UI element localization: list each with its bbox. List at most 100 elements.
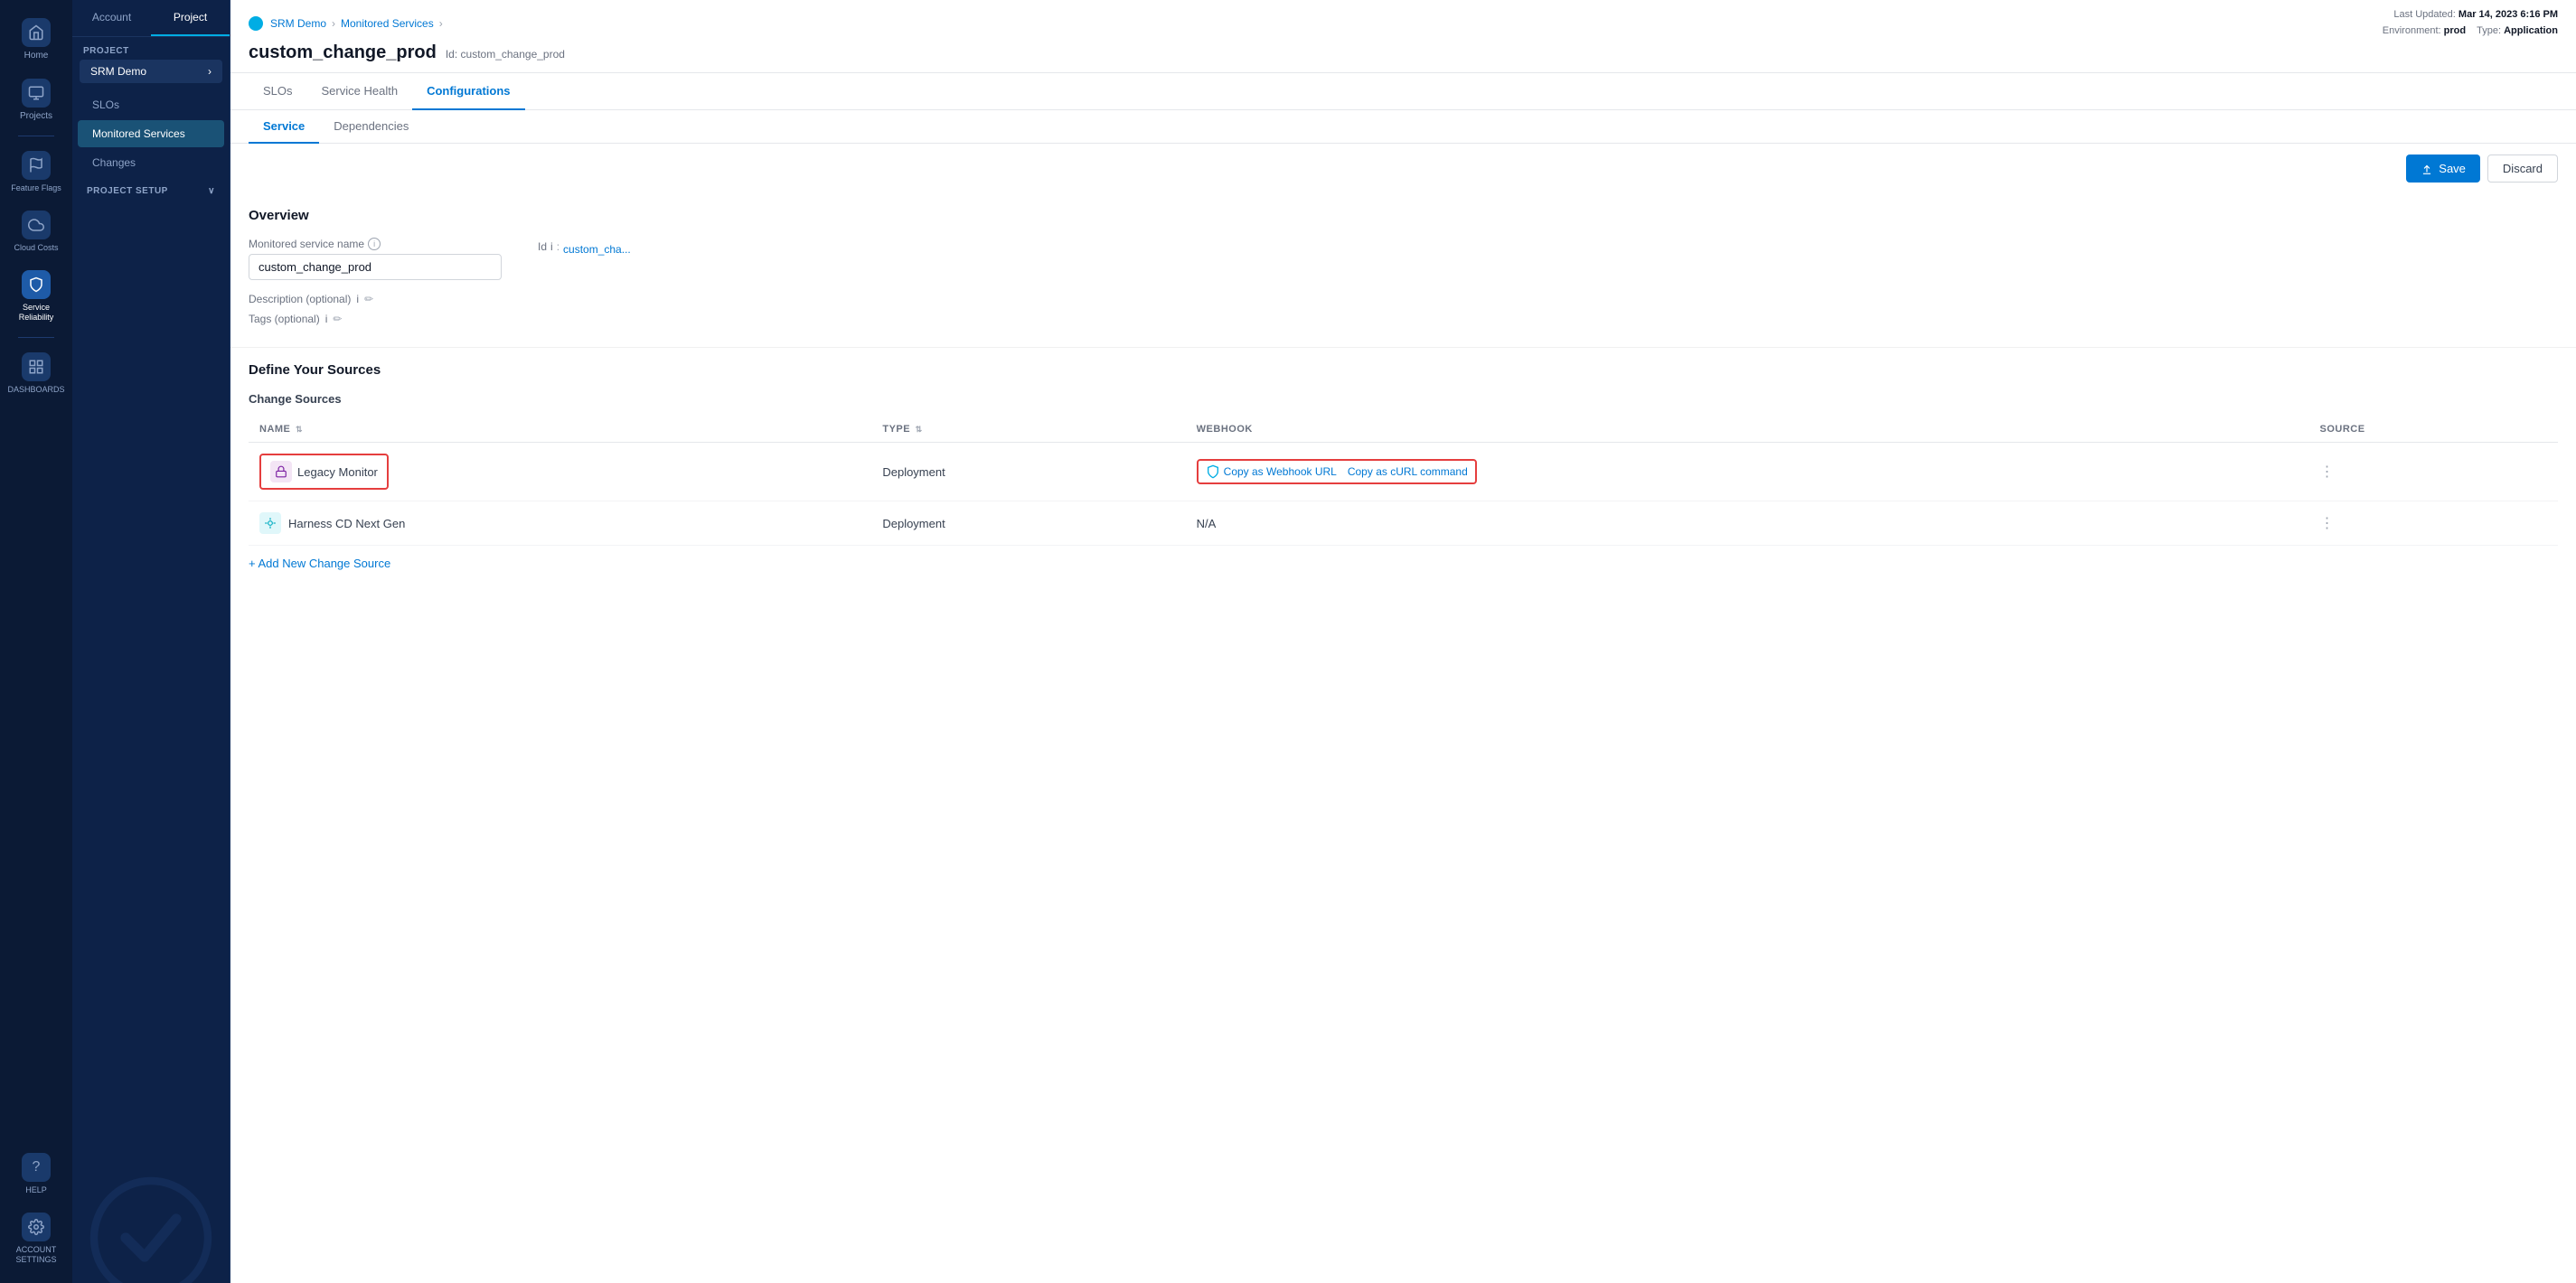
dashboard-icon	[22, 352, 51, 381]
sidebar-item-slos[interactable]: SLOs	[78, 91, 224, 118]
sidebar-watermark	[72, 200, 230, 1283]
sidebar: Account Project Project SRM Demo › SLOs …	[72, 0, 230, 1283]
flag-icon	[22, 151, 51, 180]
projects-icon	[22, 79, 51, 108]
legacy-name-highlight: Legacy Monitor	[259, 454, 389, 490]
help-icon: ?	[22, 1153, 51, 1182]
sidebar-setup-header[interactable]: PROJECT SETUP ∨	[72, 177, 230, 200]
overview-title: Overview	[249, 208, 2558, 223]
table-header-row: NAME ⇅ TYPE ⇅ WEBHOOK SOURCE	[249, 417, 2558, 443]
name-field: Monitored service name i	[249, 238, 502, 280]
harness-icon	[259, 512, 281, 534]
content-area: Save Discard Overview Monitored service …	[230, 144, 2576, 1283]
chevron-down-icon: ∨	[208, 186, 215, 196]
table-row: Harness CD Next Gen Deployment N/A ⋮	[249, 501, 2558, 546]
harness-name-cell: Harness CD Next Gen	[259, 512, 860, 534]
breadcrumb-sep-2: ›	[439, 17, 443, 30]
description-field: Description (optional) i ✏	[249, 293, 2558, 305]
cell-legacy-type: Deployment	[871, 443, 1185, 501]
nav-help[interactable]: ? HELP	[0, 1144, 72, 1203]
webhook-icon	[1206, 464, 1220, 479]
name-sort-icon[interactable]: ⇅	[296, 425, 303, 434]
tab-service-health[interactable]: Service Health	[307, 73, 413, 110]
add-source-link[interactable]: + Add New Change Source	[249, 557, 390, 570]
sources-title: Define Your Sources	[249, 362, 2558, 378]
name-info-icon[interactable]: i	[368, 238, 381, 250]
cell-harness-webhook: N/A	[1186, 501, 2309, 546]
action-bar: Save Discard	[230, 144, 2576, 193]
tags-info-icon[interactable]: i	[325, 313, 328, 325]
cell-harness-source: ⋮	[2308, 501, 2558, 546]
name-label: Monitored service name i	[249, 238, 502, 250]
sub-tabs: Service Dependencies	[230, 110, 2576, 144]
sub-tab-service[interactable]: Service	[249, 110, 319, 144]
home-icon	[22, 18, 51, 47]
description-edit-icon[interactable]: ✏	[364, 293, 373, 305]
save-button[interactable]: Save	[2406, 155, 2480, 183]
sidebar-project-selector[interactable]: SRM Demo ›	[80, 60, 222, 83]
sources-table: NAME ⇅ TYPE ⇅ WEBHOOK SOURCE	[249, 417, 2558, 546]
table-row: Legacy Monitor Deployment Copy as Webhoo…	[249, 443, 2558, 501]
sources-section: Define Your Sources Change Sources NAME …	[230, 348, 2576, 585]
id-info-icon[interactable]: i	[550, 240, 553, 253]
legacy-more-icon[interactable]: ⋮	[2319, 464, 2334, 480]
nav-dashboards[interactable]: DASHBOARDS	[0, 343, 72, 403]
breadcrumb-sep-1: ›	[332, 17, 335, 30]
icon-nav: Home Projects Feature Flags Cloud Cost	[0, 0, 72, 1283]
nav-cloud-costs[interactable]: Cloud Costs	[0, 201, 72, 261]
id-value: custom_cha...	[563, 243, 631, 256]
id-field: Id i : custom_cha...	[538, 238, 631, 261]
main-tabs: SLOs Service Health Configurations	[230, 73, 2576, 110]
col-webhook: WEBHOOK	[1186, 417, 2309, 443]
change-sources-title: Change Sources	[249, 392, 2558, 406]
copy-webhook-url-link[interactable]: Copy as Webhook URL	[1224, 465, 1337, 478]
shield-icon	[22, 270, 51, 299]
page-title: custom_change_prod	[249, 42, 437, 63]
header-meta: Last Updated: Mar 14, 2023 6:16 PM Envir…	[2383, 7, 2558, 39]
name-input[interactable]	[249, 254, 502, 280]
nav-home[interactable]: Home	[0, 9, 72, 70]
cell-legacy-source: ⋮	[2308, 443, 2558, 501]
copy-curl-link[interactable]: Copy as cURL command	[1348, 465, 1468, 478]
webhook-highlight: Copy as Webhook URL Copy as cURL command	[1197, 459, 1477, 484]
header-top-row: SRM Demo › Monitored Services › Last Upd…	[230, 0, 2576, 39]
cell-harness-name: Harness CD Next Gen	[249, 501, 871, 546]
tab-account[interactable]: Account	[72, 0, 151, 36]
cell-legacy-webhook: Copy as Webhook URL Copy as cURL command	[1186, 443, 2309, 501]
sub-tab-dependencies[interactable]: Dependencies	[319, 110, 423, 144]
type-sort-icon[interactable]: ⇅	[916, 425, 923, 434]
page-id: Id: custom_change_prod	[446, 48, 565, 61]
main-content: SRM Demo › Monitored Services › Last Upd…	[230, 0, 2576, 1283]
sidebar-project-label: Project	[72, 37, 230, 60]
page-header: SRM Demo › Monitored Services › Last Upd…	[230, 0, 2576, 73]
description-info-icon[interactable]: i	[356, 293, 359, 305]
tags-field: Tags (optional) i ✏	[249, 313, 2558, 325]
nav-feature-flags[interactable]: Feature Flags	[0, 142, 72, 201]
cell-harness-type: Deployment	[871, 501, 1185, 546]
tags-edit-icon[interactable]: ✏	[333, 313, 342, 325]
upload-icon	[2421, 163, 2433, 175]
harness-more-icon[interactable]: ⋮	[2319, 516, 2334, 531]
breadcrumb-monitored-services[interactable]: Monitored Services	[341, 17, 434, 30]
tab-project[interactable]: Project	[151, 0, 230, 36]
cell-legacy-name: Legacy Monitor	[249, 443, 871, 501]
discard-button[interactable]: Discard	[2487, 155, 2558, 183]
tab-configurations[interactable]: Configurations	[412, 73, 524, 110]
cloud-icon	[22, 211, 51, 239]
id-label: Id i : custom_cha...	[538, 238, 631, 256]
nav-service-reliability[interactable]: Service Reliability	[0, 261, 72, 332]
form-row-name-id: Monitored service name i Id i : custom_c…	[249, 238, 2558, 280]
sidebar-tab-group: Account Project	[72, 0, 230, 37]
tab-slos[interactable]: SLOs	[249, 73, 307, 110]
nav-projects[interactable]: Projects	[0, 70, 72, 130]
legacy-icon	[270, 461, 292, 482]
header-title-row: custom_change_prod Id: custom_change_pro…	[230, 39, 2576, 72]
icon-nav-bottom: ? HELP ACCOUNT SETTINGS	[0, 1144, 72, 1274]
nav-account-settings[interactable]: ACCOUNT SETTINGS	[0, 1203, 72, 1274]
col-source: SOURCE	[2308, 417, 2558, 443]
settings-icon	[22, 1213, 51, 1241]
nav-divider-2	[18, 337, 54, 338]
sidebar-item-changes[interactable]: Changes	[78, 149, 224, 176]
sidebar-item-monitored-services[interactable]: Monitored Services	[78, 120, 224, 147]
breadcrumb-srm-demo[interactable]: SRM Demo	[270, 17, 326, 30]
